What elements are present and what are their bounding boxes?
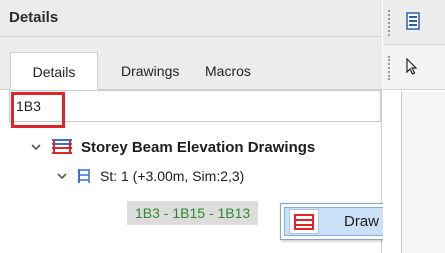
tab-bar: Details Drawings Macros [0,37,382,90]
tree-root-label: Storey Beam Elevation Drawings [81,138,316,156]
strip-toolbar-second [383,45,445,90]
search-box [9,90,381,122]
pointer-icon[interactable] [405,58,419,76]
panel-title: Details [0,0,382,37]
beam-elevation-icon [52,139,72,154]
storey-icon [78,169,90,183]
app-root: Details Details Drawings Macros Storey B [0,0,445,253]
tree-leaf-label[interactable]: 1B3 - 1B15 - 1B13 [127,201,259,225]
grip-handle[interactable] [388,56,390,80]
tab-details[interactable]: Details [10,52,98,90]
tree-node-beam-elevation[interactable]: Storey Beam Elevation Drawings [30,134,315,160]
document-icon[interactable] [405,12,421,30]
tree-node-leaf[interactable]: 1B3 - 1B15 - 1B13 [127,200,259,226]
right-toolbar-strip [383,0,445,253]
menu-item-draw-label: Draw [344,213,380,230]
tree-node-storey[interactable]: St: 1 (+3.00m, Sim:2,3) [56,163,244,189]
search-input[interactable] [10,91,380,121]
draw-beam-icon [289,209,319,234]
grip-handle[interactable] [388,10,390,36]
side-pane [401,92,445,253]
tab-drawings[interactable]: Drawings [121,52,179,90]
chevron-down-icon[interactable] [56,170,68,182]
chevron-down-icon[interactable] [30,141,42,153]
strip-toolbar-top [383,0,445,45]
tree-child-label: St: 1 (+3.00m, Sim:2,3) [100,168,245,184]
tab-macros[interactable]: Macros [205,52,251,90]
